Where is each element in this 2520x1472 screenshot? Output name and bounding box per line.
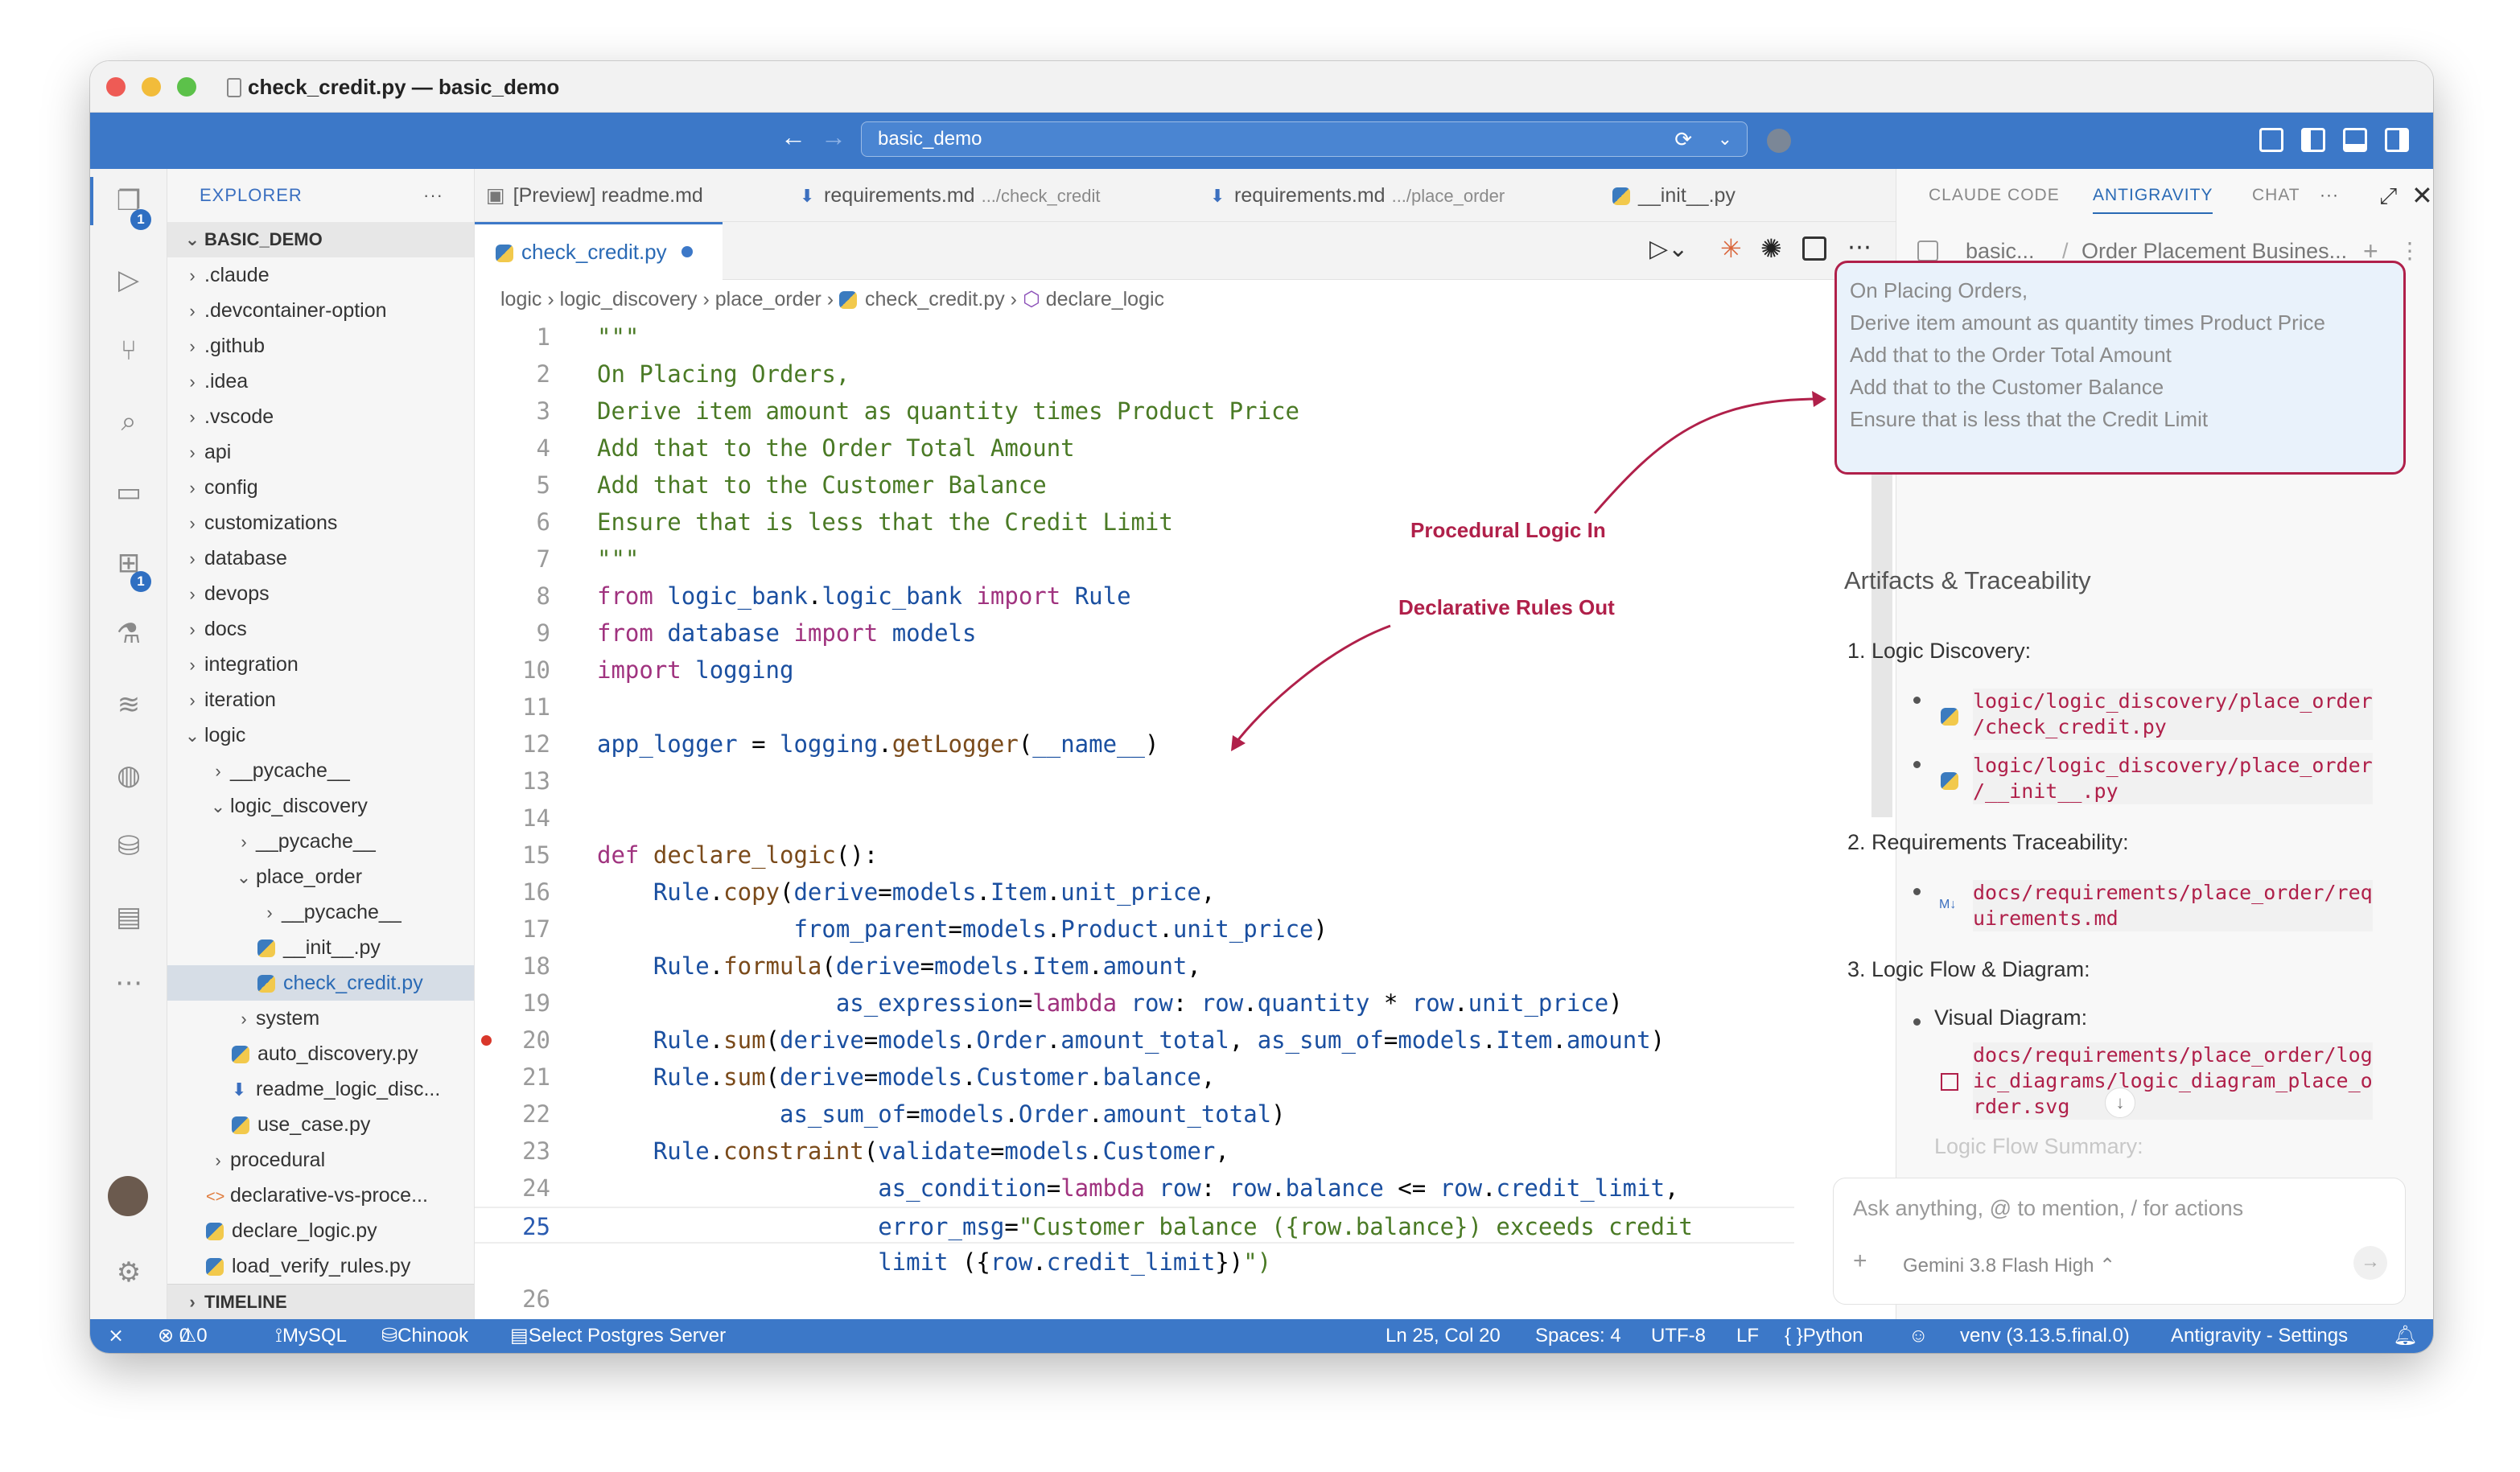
section-requirements: 2. Requirements Traceability:: [1847, 830, 2129, 855]
postgres-selector[interactable]: ▤ Select Postgres Server: [510, 1319, 726, 1353]
arrow-procedural: [1593, 397, 1821, 514]
mysql-connection[interactable]: ⟟ MySQL: [275, 1319, 347, 1353]
bullet: [1913, 1018, 1921, 1026]
chat-input[interactable]: Ask anything, @ to mention, / for action…: [1853, 1196, 2243, 1221]
prompt-line: On Placing Orders,: [1850, 278, 2028, 302]
db-label: MySQL: [282, 1325, 347, 1347]
prompt-line: Add that to the Order Total Amount: [1850, 343, 2172, 367]
link-check-credit[interactable]: logic/logic_discovery/place_order /check…: [1973, 689, 2373, 740]
db2-label: Chinook: [397, 1325, 469, 1347]
chinook-db[interactable]: ⛁ Chinook: [381, 1319, 468, 1353]
arrow-head-declarative: [1231, 735, 1246, 751]
section-title: 2. Requirements Traceability:: [1847, 830, 2129, 854]
python-icon: [1941, 708, 1958, 726]
model-label: Gemini 3.8 Flash High: [1903, 1255, 2094, 1277]
encoding[interactable]: UTF-8: [1651, 1319, 1706, 1353]
bullet: [1913, 888, 1921, 895]
sidebar-toggle-icon[interactable]: [1917, 241, 1938, 261]
send-icon[interactable]: →: [2353, 1246, 2387, 1280]
link-init-py[interactable]: logic/logic_discovery/place_order /__ini…: [1973, 753, 2373, 804]
arrow-declarative: [1233, 624, 1391, 746]
link-requirements[interactable]: docs/requirements/place_order/req uireme…: [1973, 880, 2373, 931]
error-count: 0: [179, 1325, 191, 1347]
remote-icon[interactable]: ⨯: [108, 1319, 124, 1353]
visual-diagram-label: Visual Diagram:: [1934, 1005, 2088, 1030]
problems-indicator[interactable]: ⊗ 0 ⚠ 0: [158, 1319, 208, 1353]
antigravity-settings[interactable]: Antigravity - Settings: [2171, 1319, 2348, 1353]
status-bar: ⨯ ⊗ 0 ⚠ 0 ⟟ MySQL ⛁ Chinook ▤ Select Pos…: [90, 1319, 2433, 1353]
arrow-head-procedural: [1812, 391, 1826, 407]
pg-label: Select Postgres Server: [528, 1325, 727, 1347]
image-icon: [1941, 1073, 1958, 1091]
artifacts-heading: Artifacts & Traceability: [1844, 566, 2091, 594]
language-mode[interactable]: { } Python: [1785, 1319, 1863, 1353]
panel-more-button[interactable]: ···: [2320, 169, 2339, 222]
link-diagram[interactable]: docs/requirements/place_order/log ic_dia…: [1973, 1042, 2373, 1120]
section-title: 1. Logic Discovery:: [1847, 639, 2032, 663]
user-prompt-box: On Placing Orders, Derive item amount as…: [1834, 261, 2406, 475]
cursor-position[interactable]: Ln 25, Col 20: [1386, 1319, 1501, 1353]
bullet: [1913, 697, 1921, 704]
python-icon: [1941, 772, 1958, 790]
bullet: [1913, 761, 1921, 768]
markdown-icon: M↓: [1939, 898, 1957, 911]
app-window: check_credit.py — basic_demo ← → basic_d…: [90, 61, 2433, 1353]
section-title: 3. Logic Flow & Diagram:: [1847, 957, 2090, 981]
model-selector[interactable]: Gemini 3.8 Flash High ⌃: [1903, 1254, 2115, 1277]
tab-antigravity[interactable]: ANTIGRAVITY: [2093, 169, 2213, 222]
logic-flow-summary-label: Logic Flow Summary:: [1934, 1134, 2143, 1158]
scroll-down-icon[interactable]: ↓: [2105, 1088, 2135, 1118]
warning-count: 0: [196, 1325, 208, 1347]
section-logic-discovery: 1. Logic Discovery:: [1847, 639, 2031, 664]
maximize-icon[interactable]: ⤢: [2379, 183, 2397, 210]
copilot-status-icon[interactable]: ☺: [1909, 1319, 1929, 1353]
panel-tabs: CLAUDE CODE ANTIGRAVITY CHAT ··· ⤢ ✕: [1896, 169, 2433, 222]
section-logic-flow: 3. Logic Flow & Diagram:: [1847, 957, 2090, 982]
attach-icon[interactable]: +: [1853, 1248, 1867, 1275]
prompt-line: Derive item amount as quantity times Pro…: [1850, 310, 2326, 335]
line-ending[interactable]: LF: [1736, 1319, 1759, 1353]
tab-claude-code[interactable]: CLAUDE CODE: [1929, 169, 2060, 222]
close-icon[interactable]: ✕: [2411, 180, 2433, 211]
chat-input-box: Ask anything, @ to mention, / for action…: [1833, 1178, 2406, 1305]
prompt-line: Add that to the Customer Balance: [1850, 375, 2164, 399]
prompt-line: Ensure that is less that the Credit Limi…: [1850, 407, 2209, 431]
tab-chat[interactable]: CHAT: [2252, 169, 2300, 222]
notifications-bell-icon[interactable]: 🔔︎: [2393, 1319, 2417, 1353]
python-env[interactable]: venv (3.13.5.final.0): [1960, 1319, 2130, 1353]
lang-label: Python: [1802, 1325, 1863, 1347]
indentation[interactable]: Spaces: 4: [1535, 1319, 1621, 1353]
